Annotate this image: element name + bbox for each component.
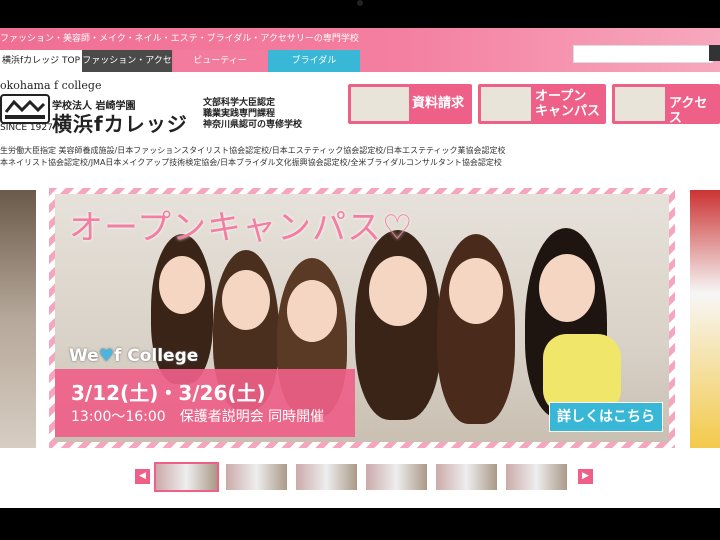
open-campus-button[interactable]: オープン キャンパス: [478, 84, 606, 124]
student-face: [539, 254, 595, 322]
we-love-f-college: We♥f College: [69, 346, 198, 366]
logo-english: okohama f college: [0, 79, 102, 92]
browser-viewport: ファッション・美容師・メイク・ネイル・エステ・ブライダル・アクセサリーの専門学校…: [0, 28, 720, 508]
carousel-prev-button[interactable]: ◀: [135, 469, 150, 484]
brochure-request-button[interactable]: 資料請求: [348, 84, 472, 124]
device-camera: [357, 0, 363, 6]
hero-title: オープンキャンパス♡: [69, 208, 414, 248]
student-face: [222, 270, 270, 330]
student-face: [449, 258, 503, 324]
prev-slide-preview[interactable]: [0, 190, 36, 448]
site-tagline: ファッション・美容師・メイク・ネイル・エステ・ブライダル・アクセサリーの専門学校: [0, 34, 359, 44]
access-image: [615, 87, 665, 121]
open-campus-image: [481, 87, 531, 121]
school-name[interactable]: 横浜fカレッジ: [52, 108, 188, 137]
nav-top[interactable]: 横浜fカレッジ TOP: [0, 50, 82, 72]
access-label: アクセス: [669, 96, 708, 124]
carousel-thumbnail[interactable]: [296, 464, 357, 490]
carousel-thumbnail[interactable]: [506, 464, 567, 490]
brochure-label: 資料請求: [412, 96, 465, 111]
carousel-thumbnail[interactable]: [366, 464, 427, 490]
open-campus-label: オープン キャンパス: [535, 89, 601, 119]
college-text: f College: [113, 346, 199, 366]
accreditation-line: 生労働大臣指定 美容師養成施設/日本ファッションスタイリスト協会認定校/日本エス…: [0, 146, 506, 155]
school-logo[interactable]: [0, 94, 50, 124]
heart-icon: ♥: [98, 346, 114, 366]
student-face: [287, 280, 337, 342]
cert-line: 職業実践専門課程: [203, 109, 276, 119]
hero-banner[interactable]: オープンキャンパス♡ We♥f College 3/12(土)・3/26(土) …: [49, 188, 675, 448]
carousel-thumbnail[interactable]: [154, 462, 219, 492]
carousel-next-button[interactable]: ▶: [578, 469, 593, 484]
cert-line: 文部科学大臣認定: [203, 98, 276, 108]
logo-since: SINCE 1927: [0, 123, 53, 133]
cert-line: 神奈川県認可の専修学校: [203, 120, 303, 130]
nav-beauty[interactable]: ビューティー: [174, 50, 266, 72]
hero-photo: オープンキャンパス♡ We♥f College 3/12(土)・3/26(土) …: [55, 194, 669, 442]
brochure-image: [351, 87, 409, 121]
certification: 文部科学大臣認定 職業実践専門課程 神奈川県認可の専修学校: [203, 98, 302, 131]
carousel-thumbnail[interactable]: [436, 464, 497, 490]
access-button[interactable]: アクセス: [612, 84, 720, 124]
details-button[interactable]: 詳しくはこちら: [549, 402, 663, 432]
search-button[interactable]: [709, 45, 720, 61]
student-face: [369, 256, 427, 326]
we-text: We: [69, 346, 99, 366]
student-face: [159, 256, 205, 314]
event-time: 13:00〜16:00 保護者説明会 同時開催: [71, 409, 325, 425]
event-dates: 3/12(土)・3/26(土): [71, 381, 266, 405]
search-input[interactable]: [573, 45, 713, 63]
carousel-thumbnail[interactable]: [226, 464, 287, 490]
accreditation-line: 本ネイリスト協会認定校/JMA日本メイクアップ技術検定協会/日本ブライダル文化振…: [0, 158, 502, 167]
next-slide-preview[interactable]: [690, 190, 720, 448]
nav-bridal[interactable]: ブライダル: [268, 50, 360, 72]
nav-fashion[interactable]: ファッション・アクセサリー: [82, 50, 172, 88]
